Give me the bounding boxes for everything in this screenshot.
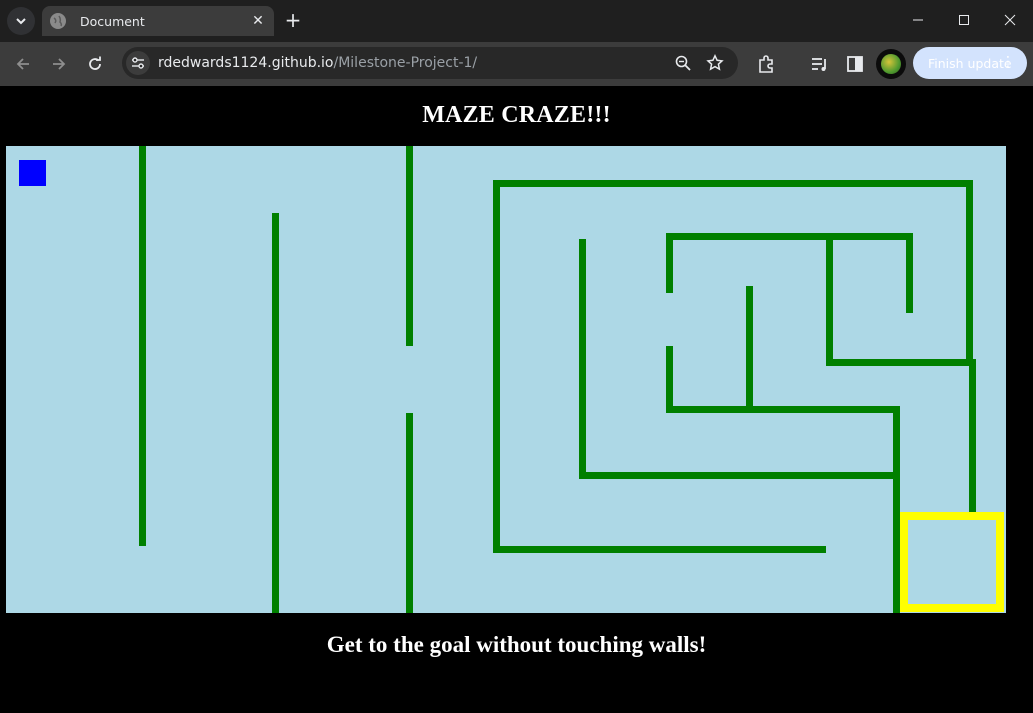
maze-wall xyxy=(746,286,753,413)
maze-wall xyxy=(666,346,673,413)
maze-wall xyxy=(579,239,586,479)
player-block[interactable] xyxy=(19,160,46,186)
side-panel-icon[interactable] xyxy=(845,54,865,74)
maze-wall xyxy=(893,406,900,613)
arrow-right-icon xyxy=(53,58,66,70)
maze-wall xyxy=(406,146,413,346)
browser-window: Document ✕ + rdedwards1124.github.io/Mil… xyxy=(0,0,1033,713)
page-content: MAZE CRAZE!!! Get to the goal without to… xyxy=(0,86,1033,713)
maze-wall xyxy=(906,233,913,313)
tab-search-button[interactable] xyxy=(7,7,35,35)
tab-strip: Document ✕ + xyxy=(0,0,1033,42)
maze-wall xyxy=(493,546,826,553)
back-button[interactable] xyxy=(9,50,37,78)
maze-wall xyxy=(493,180,500,553)
maze-board xyxy=(6,146,1006,613)
maze-canvas xyxy=(19,146,1004,613)
avatar-image xyxy=(881,54,901,74)
url-text: rdedwards1124.github.io/Milestone-Projec… xyxy=(158,55,477,71)
tab-document[interactable]: Document ✕ xyxy=(42,6,274,36)
browser-toolbar: rdedwards1124.github.io/Milestone-Projec… xyxy=(0,42,1033,86)
maze-wall xyxy=(272,213,279,613)
finish-update-button[interactable]: Finish update ⋮ xyxy=(913,47,1027,79)
game-title: MAZE CRAZE!!! xyxy=(422,102,611,128)
arrow-left-icon xyxy=(16,58,29,70)
maze-wall xyxy=(969,359,976,513)
extensions-icon[interactable] xyxy=(756,54,776,74)
globe-icon xyxy=(50,13,66,29)
minimize-button[interactable] xyxy=(895,0,941,40)
maze-wall xyxy=(666,233,673,293)
chevron-down-icon xyxy=(16,18,26,25)
maze-wall xyxy=(139,146,146,546)
minimize-icon xyxy=(913,19,923,21)
close-window-icon xyxy=(1004,14,1016,26)
close-icon[interactable]: ✕ xyxy=(250,13,266,29)
maximize-button[interactable] xyxy=(941,0,987,40)
site-info-button[interactable] xyxy=(126,51,150,75)
maze-wall xyxy=(666,233,913,240)
star-icon[interactable] xyxy=(706,54,724,72)
url-path: /Milestone-Project-1/ xyxy=(333,55,478,71)
tune-icon xyxy=(132,57,144,69)
media-controls-icon[interactable] xyxy=(810,54,830,74)
maze-wall xyxy=(826,233,833,366)
maze-wall xyxy=(493,180,973,187)
forward-button[interactable] xyxy=(45,50,73,78)
tab-title: Document xyxy=(80,13,145,29)
maze-wall xyxy=(406,413,413,613)
finish-update-label: Finish update xyxy=(928,55,1012,71)
zoom-icon[interactable] xyxy=(674,54,692,72)
window-controls xyxy=(895,0,1033,40)
profile-avatar[interactable] xyxy=(876,49,906,79)
more-vert-icon: ⋮ xyxy=(1001,54,1015,70)
maze-wall xyxy=(666,406,899,413)
close-window-button[interactable] xyxy=(987,0,1033,40)
maze-wall xyxy=(579,472,899,479)
address-bar[interactable]: rdedwards1124.github.io/Milestone-Projec… xyxy=(122,47,738,79)
reload-icon xyxy=(89,56,101,70)
reload-button[interactable] xyxy=(81,50,109,78)
maze-wall xyxy=(966,180,973,361)
goal-area xyxy=(900,512,1004,612)
maximize-icon xyxy=(959,15,969,25)
instructions-text: Get to the goal without touching walls! xyxy=(326,632,707,657)
new-tab-button[interactable]: + xyxy=(280,8,306,34)
url-host: rdedwards1124.github.io xyxy=(158,55,334,71)
maze-wall xyxy=(826,359,976,366)
